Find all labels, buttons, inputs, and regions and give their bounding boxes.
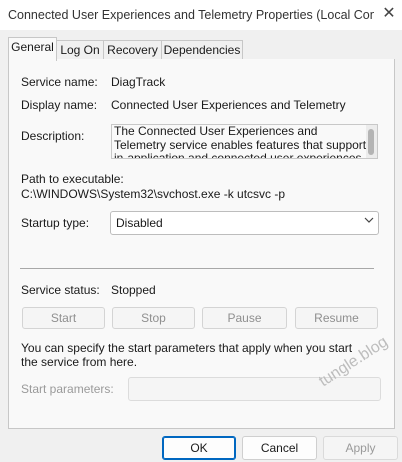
tab-recovery[interactable]: Recovery [103, 40, 162, 60]
startup-type-value: Disabled [116, 216, 163, 230]
description-label: Description: [21, 129, 85, 143]
service-status-value: Stopped [111, 283, 156, 297]
service-name-label: Service name: [21, 75, 98, 89]
service-status-label: Service status: [21, 283, 100, 297]
chevron-down-icon[interactable] [363, 214, 375, 229]
path-value: C:\WINDOWS\System32\svchost.exe -k utcsv… [21, 187, 286, 201]
startup-type-label: Startup type: [21, 216, 90, 230]
start-parameters-info: You can specify the start parameters tha… [21, 341, 353, 369]
service-name-value: DiagTrack [111, 75, 166, 89]
close-icon[interactable]: ✕ [378, 3, 400, 25]
start-parameters-input[interactable] [128, 377, 381, 401]
tab-log-on[interactable]: Log On [56, 40, 104, 60]
description-textbox[interactable]: The Connected User Experiences and Telem… [111, 124, 372, 159]
separator [20, 268, 374, 269]
resume-button[interactable]: Resume [295, 307, 378, 329]
start-button[interactable]: Start [22, 307, 105, 329]
tab-general[interactable]: General [8, 37, 57, 61]
display-name-label: Display name: [21, 98, 98, 112]
tab-dependencies[interactable]: Dependencies [161, 40, 243, 60]
path-label: Path to executable: [21, 172, 124, 186]
display-name-value: Connected User Experiences and Telemetry [111, 98, 346, 112]
window-title: Connected User Experiences and Telemetry… [8, 8, 374, 22]
ok-button[interactable]: OK [162, 436, 236, 460]
start-parameters-label: Start parameters: [21, 382, 114, 396]
cancel-button[interactable]: Cancel [242, 436, 317, 460]
apply-button[interactable]: Apply [323, 436, 398, 460]
description-scrollbar-thumb[interactable] [368, 129, 374, 155]
stop-button[interactable]: Stop [112, 307, 195, 329]
pause-button[interactable]: Pause [202, 307, 287, 329]
